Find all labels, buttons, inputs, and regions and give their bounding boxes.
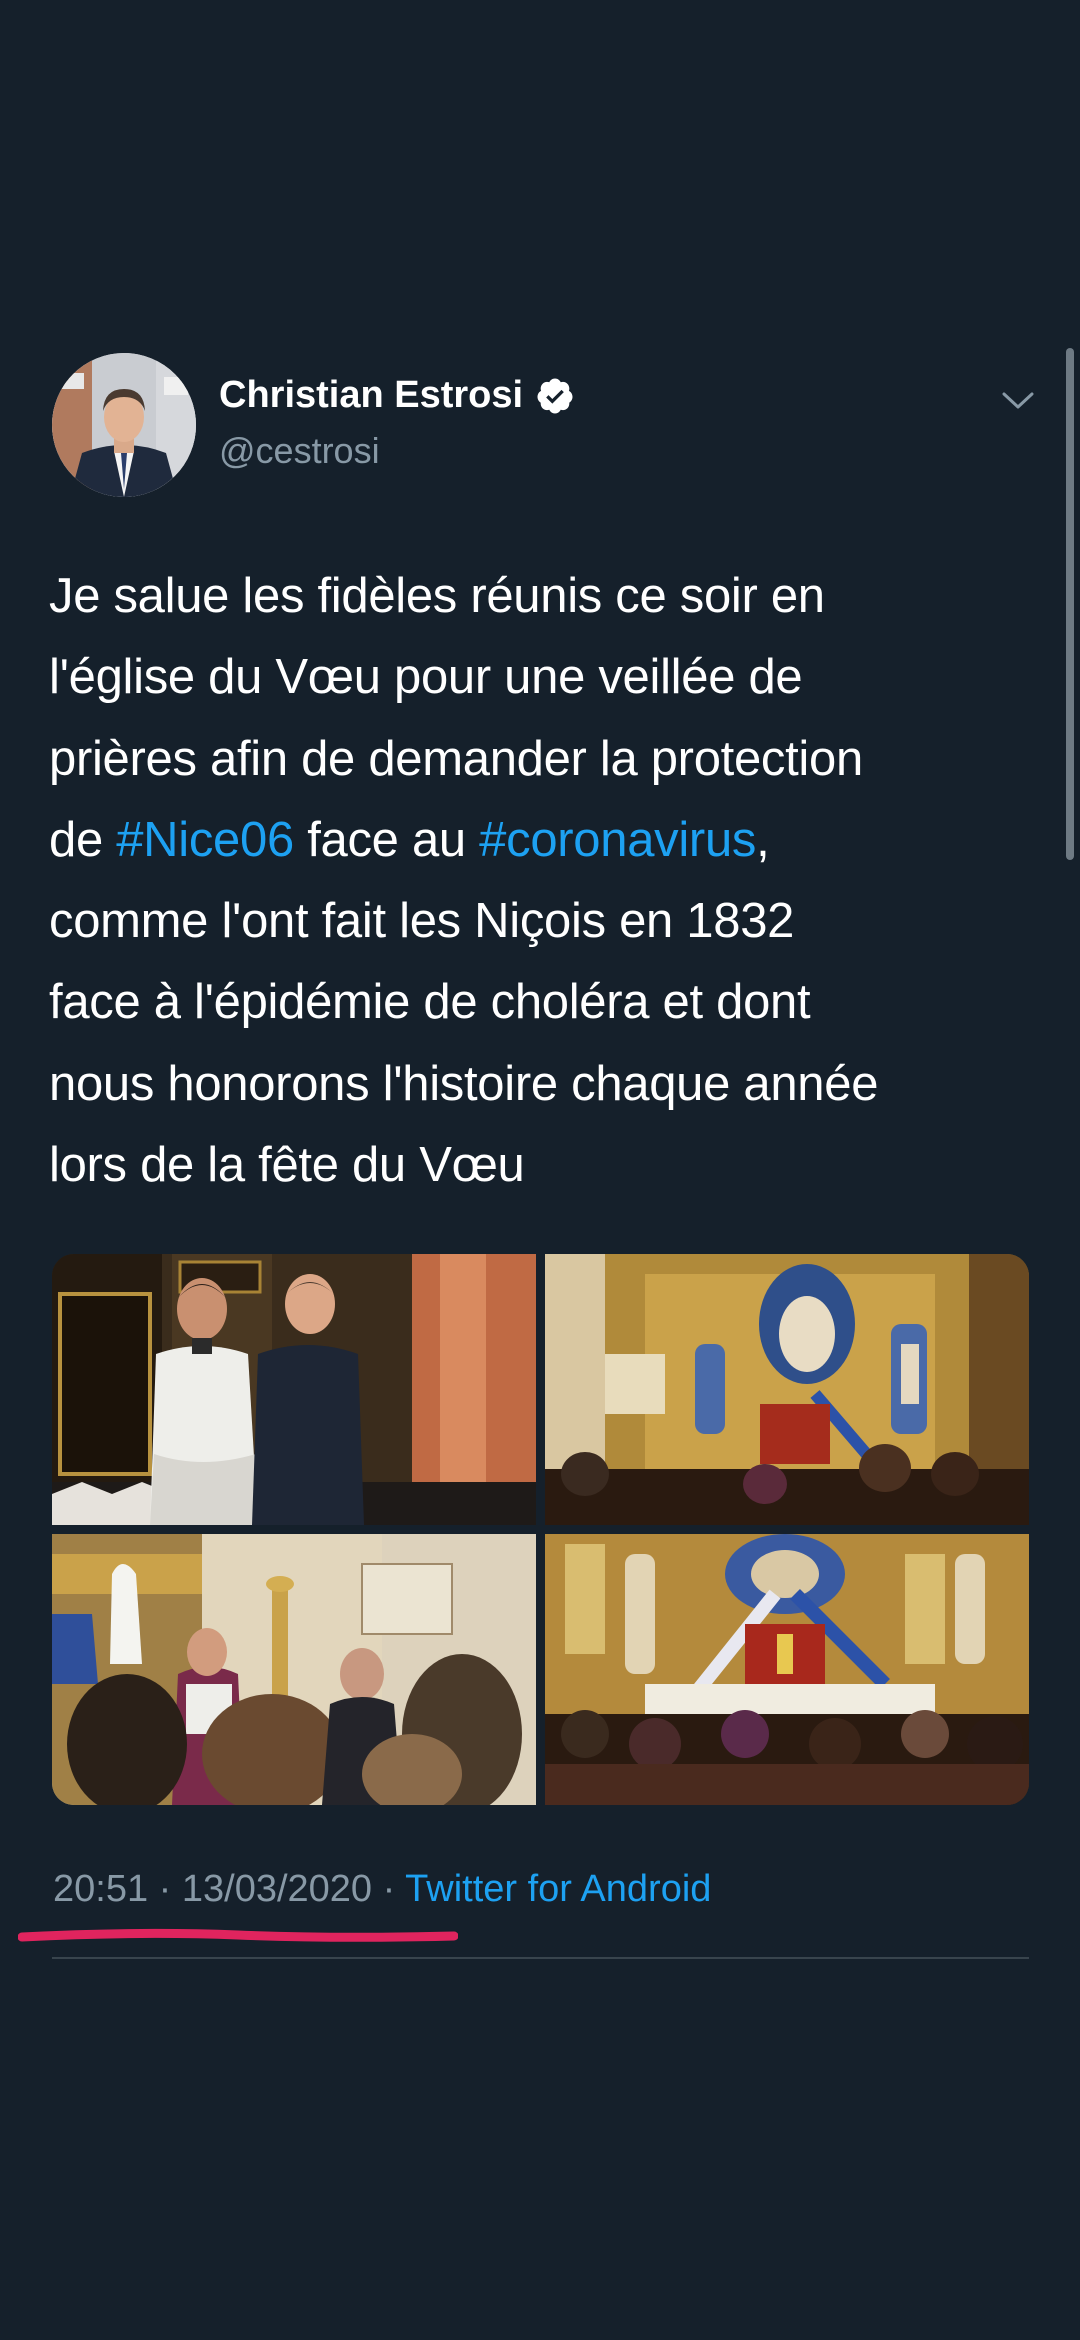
tweet-detail: Christian Estrosi @cestrosi Je salue les…: [0, 0, 1080, 2340]
divider: [52, 1957, 1029, 1959]
tweet-text-segment: l'église du Vœu pour une veillée de: [49, 650, 803, 705]
tweet-source-link[interactable]: Twitter for Android: [405, 1868, 711, 1910]
tweet-text-line: Je salue les fidèles réunis ce soir en: [49, 556, 1039, 637]
media-grid: [52, 1254, 1029, 1805]
author-name-text: Christian Estrosi: [219, 374, 524, 416]
tweet-text-segment: lors de la fête du Vœu: [49, 1138, 525, 1193]
tweet-time: 20:51: [53, 1868, 149, 1910]
tweet-text-line: l'église du Vœu pour une veillée de: [49, 637, 1039, 718]
tweet-text-segment: nous honorons l'histoire chaque année: [49, 1056, 879, 1111]
scrollbar[interactable]: [1066, 348, 1074, 860]
tweet-text-segment: Je salue les fidèles réunis ce soir en: [49, 569, 825, 623]
photo-priest-and-mayor[interactable]: [52, 1254, 536, 1525]
meta-separator: ·: [372, 1868, 406, 1910]
hashtag-link[interactable]: #Nice06: [116, 813, 294, 867]
photo-priest-speaking[interactable]: [52, 1534, 536, 1805]
tweet-text-segment: face au: [293, 812, 480, 867]
tweet-text-line: de #Nice06 face au #coronavirus,: [49, 800, 1039, 881]
photo-congregation-altar[interactable]: [545, 1534, 1029, 1805]
verified-badge-icon: [537, 378, 573, 413]
avatar[interactable]: [52, 353, 196, 497]
author-name[interactable]: Christian Estrosi: [219, 374, 575, 417]
red-underline-annotation: [18, 1928, 458, 1942]
hashtag-link[interactable]: #coronavirus: [479, 813, 756, 867]
photo-church-altar[interactable]: [545, 1254, 1029, 1525]
tweet-text-line: face à l'épidémie de choléra et dont: [49, 962, 1039, 1043]
tweet-text-line: lors de la fête du Vœu: [49, 1125, 1039, 1206]
tweet-text-segment: ,: [756, 812, 770, 867]
tweet-text-segment: face à l'épidémie de choléra et dont: [49, 975, 811, 1030]
tweet-text-line: comme l'ont fait les Niçois en 1832: [49, 881, 1039, 962]
chevron-down-icon[interactable]: [1000, 386, 1036, 414]
tweet-text-line: prières afin de demander la protection: [49, 719, 1039, 800]
author-handle[interactable]: @cestrosi: [219, 430, 380, 472]
tweet-text-segment: de: [49, 812, 117, 867]
tweet-text: Je salue les fidèles réunis ce soir en l'…: [49, 556, 1039, 1206]
tweet-meta: 20:51 · 13/03/2020 · Twitter for Android: [53, 1868, 711, 1911]
tweet-text-segment: comme l'ont fait les Niçois en 1832: [49, 894, 795, 949]
tweet-text-segment: prières afin de demander la protection: [49, 731, 863, 786]
tweet-text-line: nous honorons l'histoire chaque année: [49, 1044, 1039, 1125]
meta-separator: ·: [148, 1868, 182, 1910]
tweet-date: 13/03/2020: [181, 1868, 373, 1910]
